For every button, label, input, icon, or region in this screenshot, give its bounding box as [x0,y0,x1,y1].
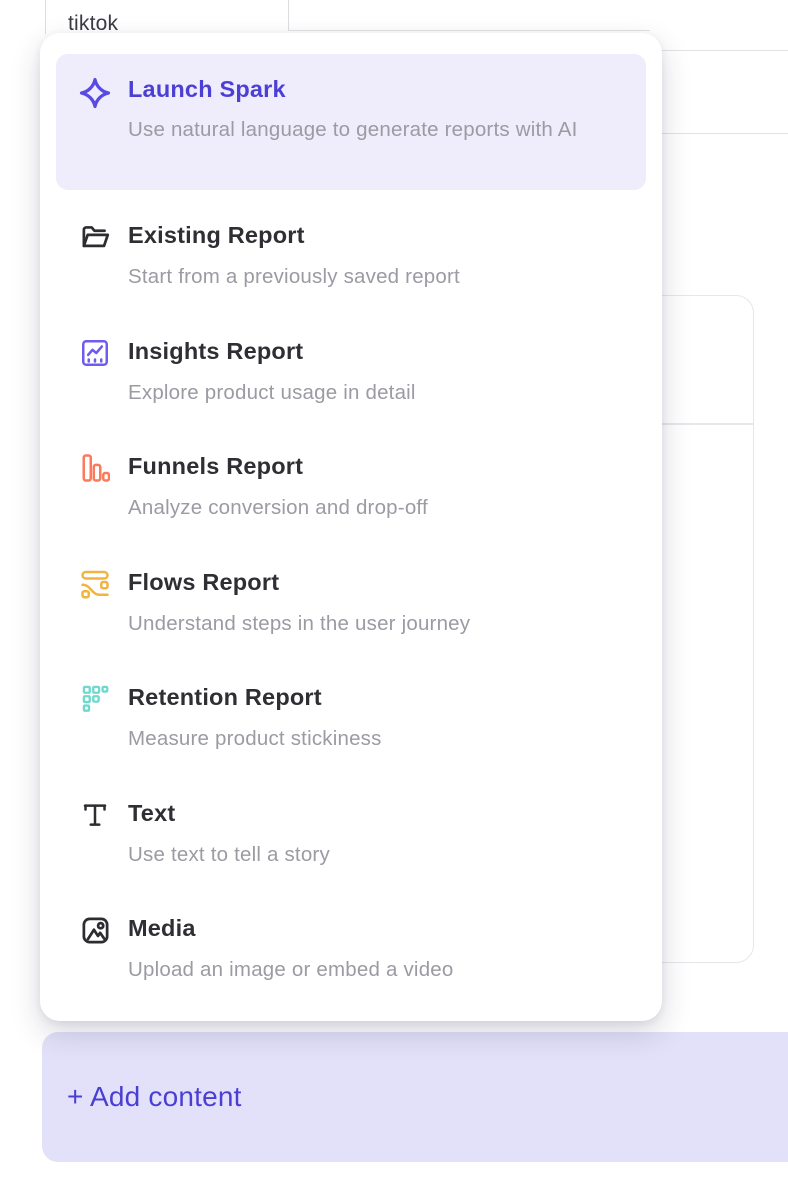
menu-item-description: Analyze conversion and drop-off [128,494,428,522]
menu-item-launch-spark[interactable]: Launch Spark Use natural language to gen… [56,54,646,190]
folder-open-icon [78,220,112,254]
media-image-icon [78,913,112,947]
funnel-bars-icon [78,451,112,485]
add-content-label: + Add content [67,1081,242,1113]
menu-item-label: Flows Report [128,567,470,597]
add-content-menu: Launch Spark Use natural language to gen… [40,33,662,1021]
menu-item-description: Measure product stickiness [128,725,382,753]
menu-item-label: Launch Spark [128,74,578,104]
flows-path-icon [78,567,112,601]
menu-item-retention-report[interactable]: Retention Report Measure product stickin… [78,682,646,753]
menu-item-label: Retention Report [128,682,382,712]
menu-item-description: Use natural language to generate reports… [128,112,578,148]
menu-item-label: Media [128,913,454,943]
menu-item-label: Insights Report [128,336,416,366]
menu-item-description: Start from a previously saved report [128,263,460,291]
menu-item-existing-report[interactable]: Existing Report Start from a previously … [78,220,646,291]
menu-item-label: Existing Report [128,220,460,250]
menu-item-description: Use text to tell a story [128,841,330,869]
bg-table-vline-left [45,0,46,34]
bg-table-hline-1 [288,30,650,31]
bg-table-vline-right [288,0,289,30]
menu-item-text[interactable]: Text Use text to tell a story [78,798,646,869]
spark-icon [78,74,112,108]
text-icon [78,798,112,832]
menu-item-insights-report[interactable]: Insights Report Explore product usage in… [78,336,646,407]
insights-chart-icon [78,336,112,370]
menu-item-description: Explore product usage in detail [128,379,416,407]
bg-table-hline-3 [660,133,788,134]
menu-item-media[interactable]: Media Upload an image or embed a video [78,913,646,984]
bg-table-hline-2 [660,50,788,51]
menu-item-description: Upload an image or embed a video [128,956,454,984]
menu-item-description: Understand steps in the user journey [128,610,470,638]
menu-item-label: Text [128,798,330,828]
add-content-button[interactable]: + Add content [42,1032,788,1162]
menu-item-label: Funnels Report [128,451,428,481]
retention-grid-icon [78,682,112,716]
menu-item-flows-report[interactable]: Flows Report Understand steps in the use… [78,567,646,638]
menu-item-funnels-report[interactable]: Funnels Report Analyze conversion and dr… [78,451,646,522]
